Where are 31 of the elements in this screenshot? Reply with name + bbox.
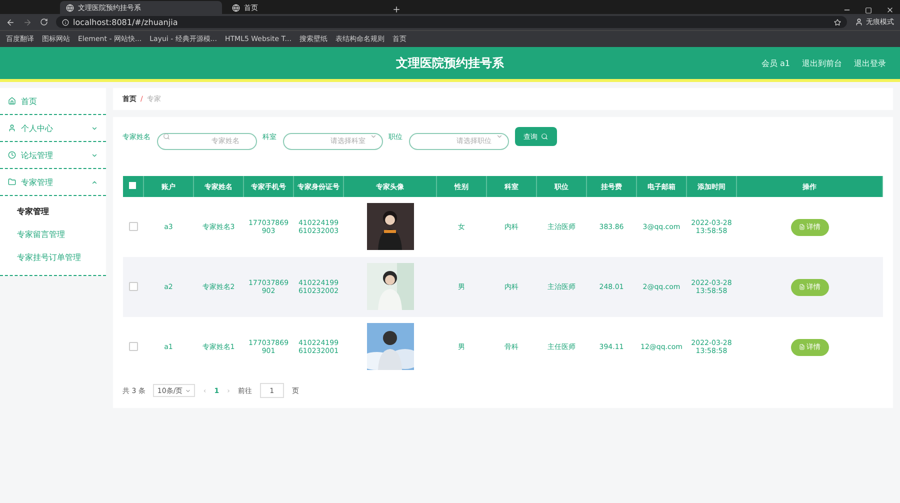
close-icon[interactable] [886, 6, 894, 14]
search-icon [540, 133, 548, 140]
chevron-down-icon [370, 133, 376, 140]
new-tab-icon[interactable] [392, 5, 401, 14]
checkbox[interactable] [128, 222, 138, 230]
chevron-down-icon [185, 388, 192, 394]
search-icon [162, 133, 170, 140]
star-icon[interactable] [834, 18, 841, 26]
site-title: 文理医院预约挂号系 [396, 54, 504, 72]
globe-icon [232, 4, 240, 12]
chevron-down-icon [496, 133, 502, 140]
home-icon [8, 97, 16, 105]
forward-icon[interactable] [23, 18, 32, 26]
reload-icon[interactable] [40, 18, 48, 26]
document-icon [798, 224, 804, 230]
checkbox[interactable] [128, 342, 138, 350]
maximize-icon[interactable] [865, 7, 872, 14]
back-icon[interactable] [6, 18, 15, 26]
folder-icon [8, 178, 16, 186]
address-bar[interactable]: localhost:8081/#/zhuanjia [56, 16, 847, 28]
submenu-item[interactable]: 专家管理 [0, 200, 106, 223]
url-text: localhost:8081/#/zhuanjia [73, 18, 178, 26]
user-icon [8, 124, 16, 132]
clock-icon [8, 151, 16, 159]
info-icon [62, 18, 69, 26]
user-icon [855, 18, 863, 26]
document-icon [798, 284, 804, 290]
checkbox[interactable] [128, 282, 138, 290]
checkbox[interactable] [129, 182, 136, 189]
globe-icon [66, 4, 74, 12]
document-icon [798, 344, 804, 350]
